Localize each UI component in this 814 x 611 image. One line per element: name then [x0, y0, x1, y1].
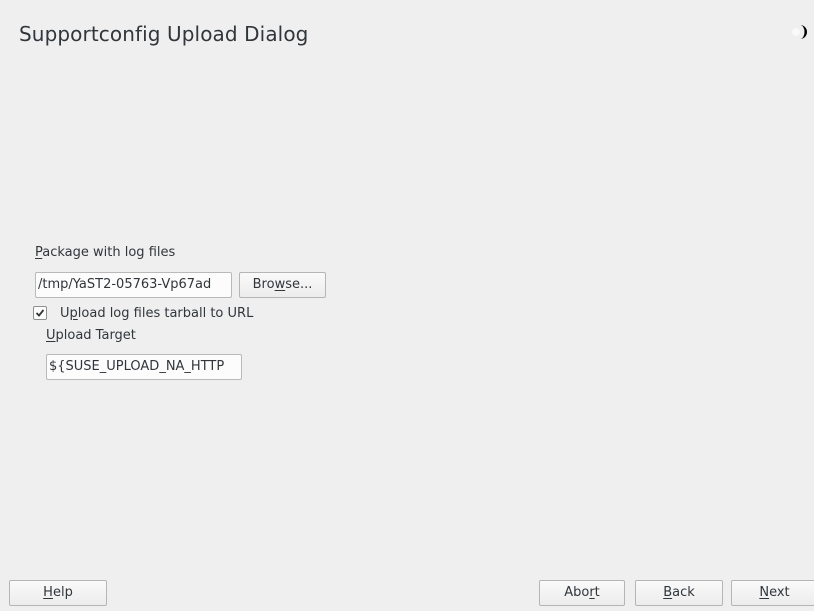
package-label: Package with log files	[35, 245, 176, 260]
upload-target-input[interactable]: ${SUSE_UPLOAD_NA_HTTP	[46, 354, 242, 380]
upload-checkbox[interactable]	[33, 306, 47, 320]
checkmark-icon	[35, 309, 45, 317]
back-button[interactable]: Back	[635, 580, 723, 606]
upload-checkbox-label[interactable]: Upload log files tarball to URL	[60, 306, 253, 321]
browse-button[interactable]: Browse...	[239, 272, 326, 298]
abort-button[interactable]: Abort	[539, 580, 625, 606]
next-button[interactable]: Next	[731, 580, 814, 606]
half-moon-icon	[792, 25, 807, 39]
help-button[interactable]: Help	[9, 580, 107, 606]
upload-checkbox-row[interactable]: Upload log files tarball to URL	[33, 304, 253, 322]
upload-target-label: Upload Target	[46, 328, 136, 343]
package-path-input[interactable]: /tmp/YaST2-05763-Vp67ad	[35, 272, 232, 298]
dialog-title: Supportconfig Upload Dialog	[19, 22, 309, 46]
